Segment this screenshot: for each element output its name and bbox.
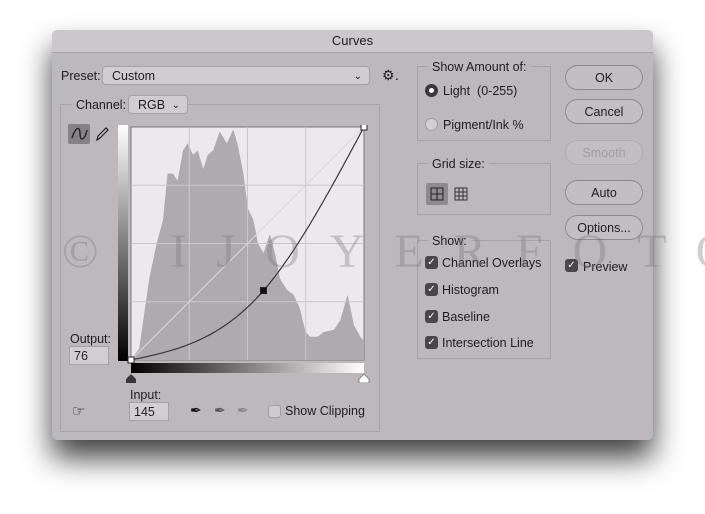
- output-gradient-bar: [118, 125, 128, 361]
- light-label: Light (0-255): [443, 84, 518, 98]
- curve-control-point[interactable]: [127, 356, 135, 364]
- on-image-adjust-icon[interactable]: ☞: [72, 402, 85, 420]
- channel-overlays-label: Channel Overlays: [442, 256, 542, 270]
- black-eyedropper-icon[interactable]: ✒: [190, 402, 202, 419]
- show-amount-legend: Show Amount of:: [428, 60, 531, 74]
- options-button[interactable]: Options...: [565, 215, 643, 240]
- input-gradient-bar: [131, 363, 364, 373]
- preview-label: Preview: [583, 260, 628, 274]
- curve-icon: [71, 127, 88, 140]
- pencil-icon[interactable]: [94, 125, 110, 143]
- black-point-slider[interactable]: [126, 374, 136, 383]
- baseline-label: Baseline: [442, 310, 490, 324]
- cancel-button[interactable]: Cancel: [565, 99, 643, 124]
- dialog-title: Curves: [52, 30, 653, 53]
- curves-dialog: Curves Preset: Custom ⌄ ⚙․ Channel: RGB ⌄ …: [52, 30, 653, 440]
- curves-graph[interactable]: [118, 125, 370, 383]
- chevron-down-icon: ⌄: [171, 100, 180, 111]
- preset-value: Custom: [112, 69, 156, 83]
- output-label: Output:: [70, 332, 111, 346]
- chevron-down-icon: ⌄: [353, 71, 362, 82]
- channel-value: RGB: [138, 98, 166, 112]
- preview-checkbox[interactable]: ✓: [565, 259, 578, 272]
- output-field[interactable]: 76: [69, 346, 109, 365]
- pigment-radio[interactable]: [425, 118, 438, 131]
- show-clipping-checkbox[interactable]: [268, 405, 281, 418]
- ok-button[interactable]: OK: [565, 65, 643, 90]
- preset-select[interactable]: Custom ⌄: [102, 66, 370, 85]
- intersection-line-label: Intersection Line: [442, 336, 534, 350]
- gray-eyedropper-icon[interactable]: ✒: [214, 402, 226, 419]
- light-radio[interactable]: [425, 84, 438, 97]
- auto-button[interactable]: Auto: [565, 180, 643, 205]
- baseline-checkbox[interactable]: ✓: [425, 310, 438, 323]
- channel-overlays-checkbox[interactable]: ✓: [425, 256, 438, 269]
- simple-grid-icon: [430, 187, 444, 201]
- smooth-button[interactable]: Smooth: [565, 140, 643, 165]
- histogram-checkbox[interactable]: ✓: [425, 283, 438, 296]
- white-eyedropper-icon[interactable]: ✒: [237, 402, 249, 419]
- curve-control-point[interactable]: [360, 125, 368, 131]
- simple-grid-button[interactable]: [426, 183, 448, 205]
- curve-tool-button[interactable]: [68, 124, 90, 144]
- channel-label: Channel:: [72, 98, 131, 112]
- show-legend: Show:: [428, 234, 471, 248]
- gear-icon[interactable]: ⚙․: [382, 67, 399, 84]
- histogram-label: Histogram: [442, 283, 499, 297]
- curve-control-point[interactable]: [259, 287, 267, 295]
- channel-select[interactable]: RGB ⌄: [128, 95, 188, 114]
- grid-size-legend: Grid size:: [428, 157, 489, 171]
- white-point-slider[interactable]: [358, 373, 370, 383]
- input-label: Input:: [130, 388, 162, 402]
- intersection-line-checkbox[interactable]: ✓: [425, 336, 438, 349]
- preset-label: Preset:: [61, 69, 101, 83]
- show-clipping-label: Show Clipping: [285, 404, 365, 418]
- input-field[interactable]: 145: [129, 402, 169, 421]
- detailed-grid-icon[interactable]: [450, 183, 472, 205]
- pigment-label: Pigment/Ink %: [443, 118, 524, 132]
